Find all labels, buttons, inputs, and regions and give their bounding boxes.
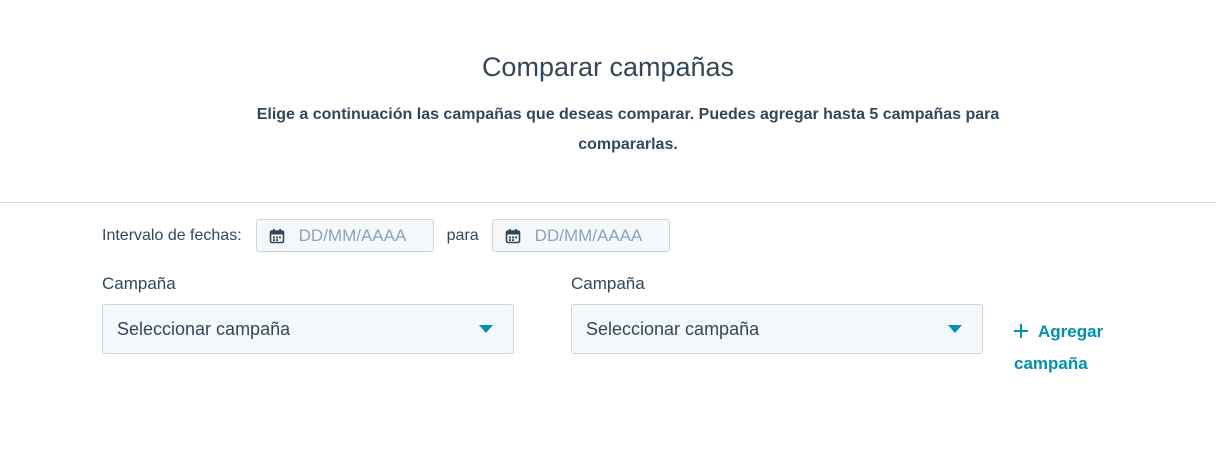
campaign-2-selected-value: Seleccionar campaña [586, 318, 760, 339]
end-date-field[interactable] [491, 219, 670, 252]
date-range-label: Intervalo de fechas: [102, 226, 242, 244]
date-range-row: Intervalo de fechas: para [102, 219, 670, 252]
campaign-1-label: Campaña [102, 274, 176, 293]
page-subtitle: Elige a continuación las campañas que de… [256, 106, 1000, 153]
compare-campaigns-page: Comparar campañas Elige a continuación l… [0, 0, 1216, 459]
chevron-down-icon [479, 325, 493, 333]
add-campaign-button[interactable]: Agregar campaña [1014, 316, 1134, 380]
chevron-down-icon [948, 325, 962, 333]
plus-icon [1014, 324, 1028, 338]
start-date-input[interactable] [298, 225, 427, 246]
campaign-2-label: Campaña [571, 274, 645, 293]
divider [0, 202, 1216, 203]
campaign-2-select[interactable]: Seleccionar campaña [571, 304, 983, 354]
end-date-input[interactable] [534, 225, 663, 246]
calendar-icon [269, 228, 284, 243]
page-title: Comparar campañas [481, 52, 735, 82]
start-date-field[interactable] [255, 219, 434, 252]
campaign-1-selected-value: Seleccionar campaña [117, 318, 291, 339]
date-range-separator: para [446, 226, 479, 244]
calendar-icon [505, 228, 520, 243]
campaign-1-select[interactable]: Seleccionar campaña [102, 304, 514, 354]
